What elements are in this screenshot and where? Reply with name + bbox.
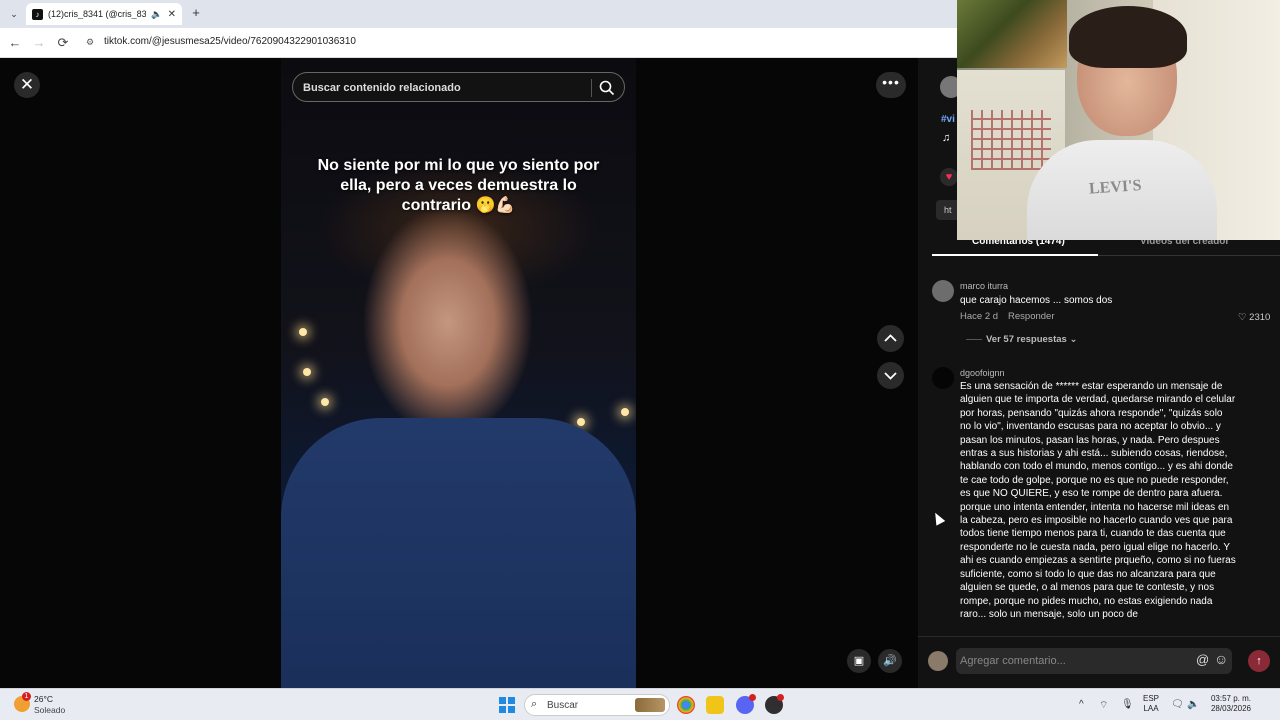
comment-text: que carajo hacemos ... somos dos <box>960 295 1113 306</box>
network-icon[interactable]: ⌔ <box>1099 699 1108 712</box>
forward-button[interactable]: → <box>30 34 48 52</box>
comment-text: Es una sensación de ****** estar esperan… <box>960 381 1236 620</box>
back-button[interactable]: ← <box>6 34 24 52</box>
wall-poster <box>957 0 1067 68</box>
tab-list-button[interactable]: ⌄ <box>6 6 22 22</box>
video-player[interactable]: No siente por mi lo que yo siento por el… <box>281 58 636 688</box>
mention-icon[interactable]: @ <box>1196 652 1209 667</box>
related-search-input[interactable] <box>303 79 583 97</box>
address-bar[interactable]: tiktok.com/@jesusmesa25/video/7620904322… <box>104 36 356 47</box>
chrome-app-icon[interactable] <box>677 696 695 714</box>
search-highlight-image <box>635 698 665 712</box>
weather-condition[interactable]: Soleado <box>34 705 65 715</box>
display-icon[interactable]: 🗨 <box>1171 699 1184 710</box>
view-replies-label: Ver 57 respuestas ⌄ <box>986 334 1078 345</box>
weather-alert-badge: 1 <box>22 692 31 701</box>
comment-username[interactable]: marco iturra <box>960 281 1008 291</box>
webcam-overlay: LEVI'S <box>957 0 1280 240</box>
search-divider <box>591 79 592 97</box>
tab-close-icon[interactable]: ✕ <box>168 9 176 20</box>
view-replies-button[interactable]: Ver 57 respuestas ⌄ <box>966 334 1077 345</box>
replies-divider <box>966 338 982 340</box>
keyboard-layout: LAA <box>1143 704 1159 713</box>
comment-time: Hace 2 d <box>960 311 999 322</box>
emoji-icon[interactable]: ☺ <box>1214 651 1228 667</box>
search-icon[interactable] <box>598 79 616 97</box>
next-video-button[interactable] <box>877 362 904 389</box>
close-viewer-button[interactable]: ✕ <box>14 72 40 98</box>
chevron-down-icon <box>884 372 897 380</box>
comment-username[interactable]: dgoofoignn <box>960 368 1005 378</box>
new-tab-button[interactable]: + <box>188 5 204 21</box>
weather-temperature[interactable]: 26°C <box>34 694 53 704</box>
clock-date: 28/03/2026 <box>1210 704 1251 713</box>
volume-button[interactable]: 🔊 <box>878 649 902 673</box>
active-tab-underline <box>932 254 1098 256</box>
comment-compose-bar: @ ☺ ↑ <box>918 636 1280 688</box>
file-explorer-app-icon[interactable] <box>706 696 724 714</box>
video-hashtag[interactable]: #vi <box>941 114 955 125</box>
chevron-up-icon <box>884 334 897 342</box>
comment-input-box[interactable]: @ ☺ <box>956 648 1232 674</box>
person-jacket <box>281 418 636 688</box>
browser-tab-active[interactable]: ♪ (12)cris_8341 (@cris_8341) 🔈 ✕ <box>26 3 182 25</box>
video-caption: No siente por mi lo que yo siento por el… <box>317 157 600 214</box>
site-info-icon[interactable]: ⚙ <box>86 36 98 48</box>
comment-input[interactable] <box>960 652 1180 670</box>
volume-icon[interactable]: 🔈 <box>1187 699 1199 710</box>
send-comment-button[interactable]: ↑ <box>1248 650 1270 672</box>
comment-avatar[interactable] <box>932 280 954 302</box>
language-indicator[interactable]: ESP LAA <box>1143 694 1159 714</box>
tab-title: (12)cris_8341 (@cris_8341) <box>48 9 147 19</box>
reload-button[interactable]: ⟳ <box>54 34 72 52</box>
taskbar-search[interactable]: ⌕ <box>524 694 670 716</box>
comment-meta: Hace 2 d Responder <box>960 311 1065 322</box>
background-lights <box>281 308 636 446</box>
obs-recording-badge <box>777 694 784 701</box>
related-search-box[interactable] <box>292 72 625 102</box>
windows-taskbar: 1 26°C Soleado ⌕ ^ ⌔ 🎙 ESP LAA 🗨 🔈 03:57… <box>0 688 1280 720</box>
like-icon[interactable]: ♥ <box>940 168 958 186</box>
tiktok-favicon-icon: ♪ <box>32 8 43 20</box>
comment-avatar[interactable] <box>932 367 954 389</box>
taskbar-search-icon: ⌕ <box>531 698 538 710</box>
tray-chevron-icon[interactable]: ^ <box>1079 699 1084 710</box>
user-avatar <box>928 651 948 671</box>
previous-video-button[interactable] <box>877 325 904 352</box>
start-button[interactable] <box>499 697 515 713</box>
sticker-button[interactable]: ▣ <box>847 649 871 673</box>
system-clock[interactable]: 03:57 p. m. 28/03/2026 <box>1207 694 1251 714</box>
taskbar-search-input[interactable] <box>547 698 627 712</box>
streamer-hair <box>1069 6 1187 68</box>
tab-audio-icon[interactable]: 🔈 <box>151 9 162 20</box>
video-viewer: ✕ No siente por mi lo que yo siento por … <box>0 58 918 688</box>
music-icon[interactable]: ♫ <box>942 132 950 144</box>
language-code: ESP <box>1143 694 1160 703</box>
comment-like-count[interactable]: ♡ 2310 <box>1238 312 1270 323</box>
comments-list: marco iturra que carajo hacemos ... somo… <box>918 276 1280 636</box>
clock-time: 03:57 p. m. <box>1210 694 1251 703</box>
reply-button[interactable]: Responder <box>1008 311 1054 322</box>
microphone-icon[interactable]: 🎙 <box>1121 699 1134 710</box>
more-options-button[interactable]: ••• <box>876 72 906 98</box>
discord-badge <box>749 694 756 701</box>
